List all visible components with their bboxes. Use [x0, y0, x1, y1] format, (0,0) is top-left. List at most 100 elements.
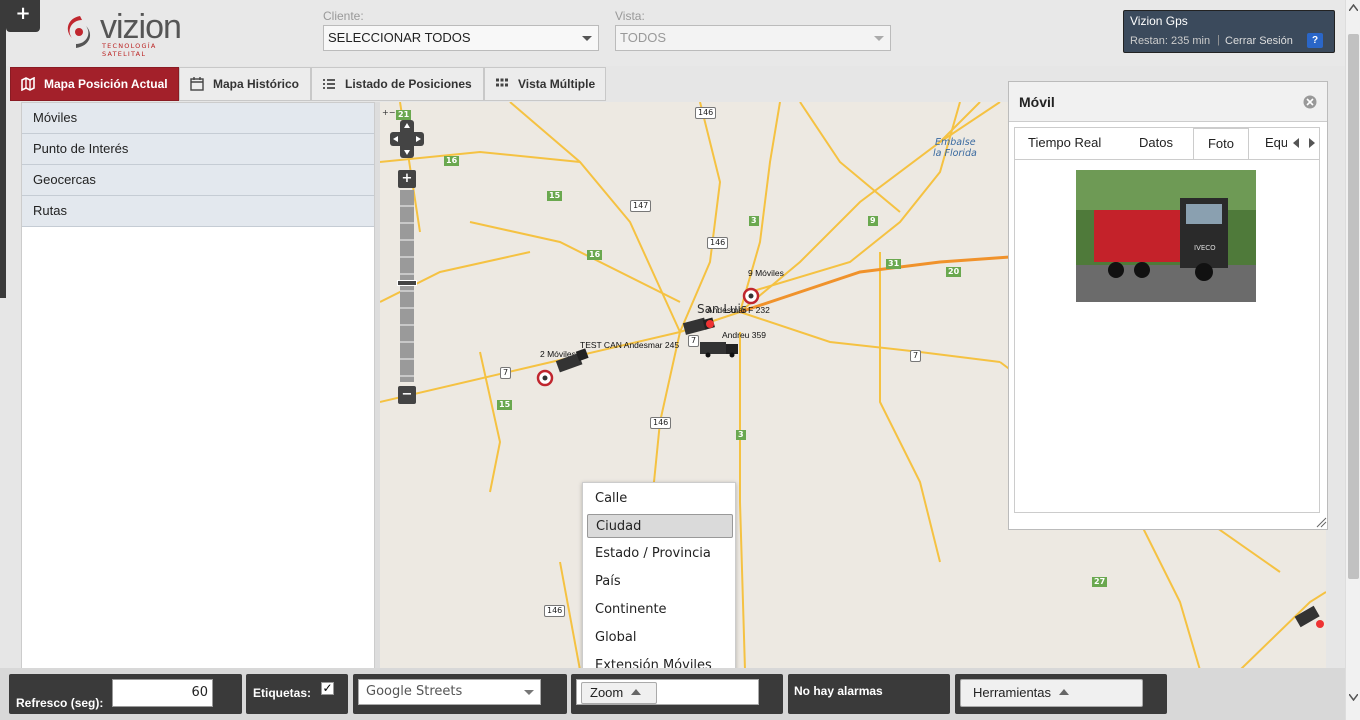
truck-icon[interactable] [555, 348, 595, 374]
pan-arrows-icon [390, 120, 424, 158]
truck-icon[interactable] [1292, 600, 1326, 634]
tab-tiempo-real[interactable]: Tiempo Real [1028, 128, 1101, 159]
alarms-group: No hay alarmas [788, 674, 950, 714]
route-badge: 9 [868, 216, 878, 226]
tab-label: Listado de Posiciones [345, 77, 472, 91]
sidebar-item-label: Móviles [33, 110, 78, 125]
help-button[interactable]: ? [1307, 33, 1323, 48]
lake-label: Embalse [935, 137, 976, 148]
tab-equipo[interactable]: Equ [1265, 128, 1287, 159]
movil-panel: Móvil Tiempo Real Datos Foto Equ IVECO [1008, 81, 1328, 530]
tab-vista-multiple[interactable]: Vista Múltiple [484, 67, 606, 101]
tab-listado-posiciones[interactable]: Listado de Posiciones [311, 67, 484, 101]
page-scrollbar[interactable] [1345, 0, 1360, 720]
marker-label: 9 Móviles [748, 268, 784, 278]
tab-mapa-posicion-actual[interactable]: Mapa Posición Actual [10, 67, 179, 101]
user-box: Vizion Gps Restan: 235 min | Cerrar Sesi… [1123, 10, 1335, 53]
route-badge: 16 [444, 156, 460, 166]
scroll-thumb[interactable] [1348, 34, 1359, 579]
road-shield: 147 [630, 200, 652, 212]
route-badge: 3 [736, 430, 746, 440]
cluster-marker-icon[interactable] [742, 287, 760, 305]
logo: vizion TECNOLOGÍA SATELITAL [62, 8, 202, 58]
vista-label: Vista: [615, 9, 645, 23]
sidebar-item-label: Rutas [33, 203, 67, 218]
session-time: Restan: 235 min [1130, 35, 1211, 47]
zoom-slider[interactable]: + − [397, 170, 417, 404]
zoom-option-estado[interactable]: Estado / Provincia [587, 542, 733, 566]
tools-button[interactable]: Herramientas [960, 679, 1143, 707]
road-shield: 7 [910, 350, 922, 362]
scroll-up-icon[interactable] [1349, 4, 1358, 11]
pan-control[interactable] [390, 120, 424, 158]
tab-mapa-historico[interactable]: Mapa Histórico [179, 67, 311, 101]
map-type-select[interactable]: Google Streets [358, 679, 541, 705]
list-icon [323, 79, 335, 89]
zoom-handle[interactable] [397, 280, 417, 286]
chevron-right-icon[interactable] [1308, 138, 1316, 148]
route-badge: 16 [587, 250, 603, 260]
truck-icon[interactable] [682, 314, 718, 340]
sidebar-item-rutas[interactable]: Rutas [22, 196, 374, 227]
zoom-in-button[interactable]: + [398, 170, 416, 188]
bottom-toolbar: Refresco (seg): 60 Etiquetas: ✓ Google S… [0, 668, 1345, 720]
separator: | [1217, 34, 1220, 46]
route-badge: 3 [749, 216, 759, 226]
zoom-group: Zoom [571, 674, 783, 714]
tab-foto[interactable]: Foto [1193, 128, 1249, 159]
cliente-label: Cliente: [323, 9, 364, 23]
sidebar-item-label: Geocercas [33, 172, 96, 187]
lake-label: la Florida [933, 148, 977, 159]
map-icon [21, 77, 35, 91]
tab-label: Mapa Histórico [213, 77, 300, 91]
sidebar-item-geocercas[interactable]: Geocercas [22, 165, 374, 196]
refresco-label: Refresco (seg): [16, 696, 104, 710]
sidebar-item-moviles[interactable]: Móviles [22, 103, 374, 134]
resize-handle-icon[interactable] [1315, 516, 1327, 528]
left-edge-strip [0, 0, 6, 298]
zoom-option-global[interactable]: Global [587, 626, 733, 650]
zoom-button-label: Zoom [590, 685, 624, 700]
cluster-marker-icon[interactable] [536, 369, 554, 387]
sidebar-item-punto-interes[interactable]: Punto de Interés [22, 134, 374, 165]
zoom-option-ciudad[interactable]: Ciudad [587, 514, 733, 538]
tab-label: Mapa Posición Actual [44, 77, 168, 91]
vista-select-value: TODOS [620, 30, 666, 45]
truck-photo: IVECO [1076, 170, 1256, 302]
divider [1014, 159, 1320, 160]
zoom-track[interactable] [400, 190, 414, 382]
zoom-option-pais[interactable]: País [587, 570, 733, 594]
tab-datos[interactable]: Datos [1139, 128, 1173, 159]
map-type-group: Google Streets [353, 674, 567, 714]
route-badge: 15 [547, 191, 563, 201]
zoom-button[interactable]: Zoom [581, 682, 657, 704]
zoom-option-continente[interactable]: Continente [587, 598, 733, 622]
grid-icon [496, 78, 508, 87]
caret-up-icon [1059, 689, 1070, 695]
movil-panel-header: Móvil [1009, 82, 1327, 122]
logout-link[interactable]: Cerrar Sesión [1225, 35, 1293, 47]
zoom-option-calle[interactable]: Calle [587, 487, 733, 511]
map-type-value: Google Streets [366, 684, 463, 699]
chevron-down-icon [524, 690, 534, 695]
chevron-left-icon[interactable] [1292, 138, 1300, 148]
vista-select[interactable]: TODOS [615, 25, 891, 51]
zoom-out-button[interactable]: − [398, 386, 416, 404]
scroll-down-icon[interactable] [1349, 694, 1358, 701]
zoom-menu: Calle Ciudad Estado / Provincia País Con… [582, 482, 736, 680]
road-shield: 146 [695, 107, 717, 119]
logo-swirl-icon [67, 16, 91, 48]
cliente-select-value: SELECCIONAR TODOS [328, 30, 471, 45]
chevron-down-icon [582, 36, 592, 41]
road-shield: 146 [707, 237, 729, 249]
refresco-input[interactable]: 60 [112, 679, 213, 707]
road-shield: 7 [500, 367, 512, 379]
etiquetas-checkbox[interactable]: ✓ [321, 682, 334, 695]
road-shield: 146 [544, 605, 566, 617]
close-icon[interactable] [1303, 95, 1317, 109]
route-badge: 21 [396, 110, 412, 120]
cliente-select[interactable]: SELECCIONAR TODOS [323, 25, 599, 51]
expand-button[interactable]: + [6, 0, 40, 32]
truck-icon[interactable] [698, 338, 740, 360]
route-badge: 31 [886, 259, 902, 269]
